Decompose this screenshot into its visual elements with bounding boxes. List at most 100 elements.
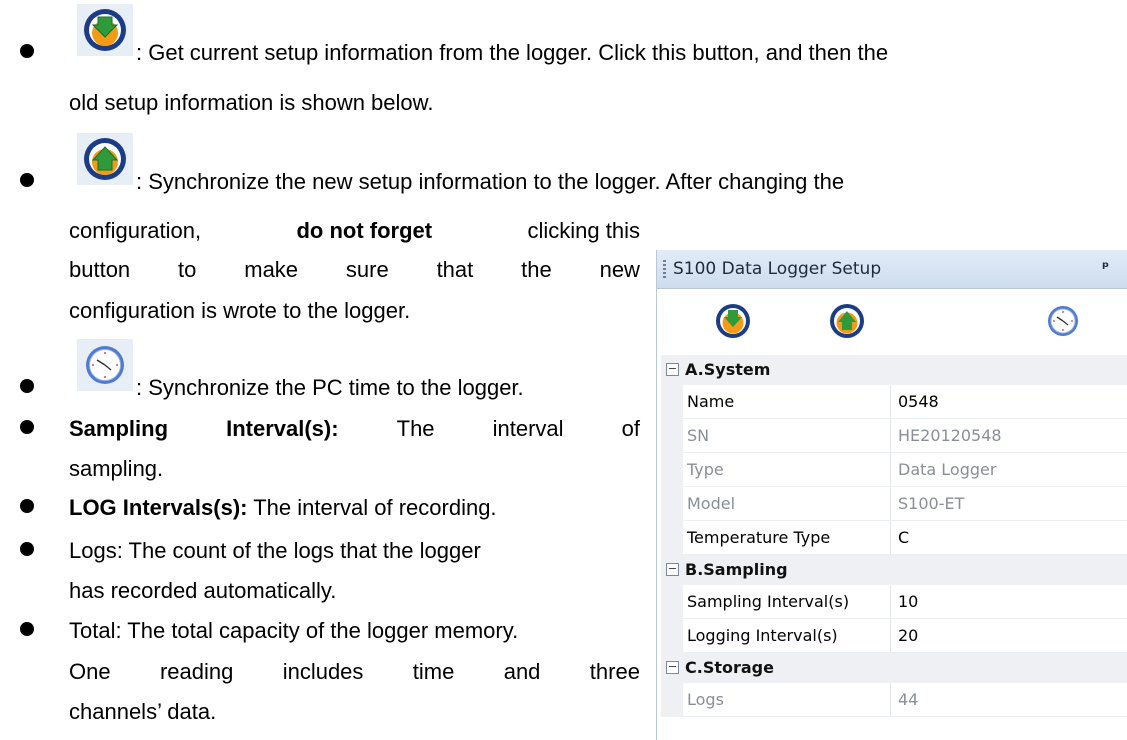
- log-interval-label: LOG Intervals(s):: [69, 495, 248, 520]
- row-gutter: [661, 453, 683, 487]
- sync-setup-desc-line1: : Synchronize the new setup information …: [136, 169, 845, 194]
- row-gutter: [661, 385, 683, 419]
- property-row-temperature-type[interactable]: Temperature Type C: [661, 521, 1127, 555]
- sync-setup-button[interactable]: [77, 133, 137, 185]
- total-desc-line1: Total: The total capacity of the logger …: [69, 618, 519, 643]
- total-desc-line3: channels’ data.: [69, 699, 217, 724]
- row-divider: [683, 716, 1127, 717]
- property-value[interactable]: C: [898, 528, 909, 547]
- setup-panel: S100 Data Logger Setup ᵖ − A.System Name…: [656, 250, 1127, 740]
- property-value[interactable]: 0548: [898, 392, 939, 411]
- clock-icon: [1048, 306, 1078, 336]
- word: new: [599, 257, 640, 282]
- word: of: [621, 416, 640, 441]
- row-gutter: [661, 521, 683, 555]
- word: time: [412, 659, 455, 684]
- bullet-dot: [20, 420, 34, 434]
- row-gutter: [661, 419, 683, 453]
- column-divider: [890, 521, 891, 555]
- column-divider: [890, 619, 891, 653]
- property-name: Name: [687, 392, 735, 411]
- toolbar-sync-setup-button[interactable]: [827, 301, 867, 341]
- column-divider: [890, 487, 891, 521]
- word: One: [69, 659, 111, 684]
- sync-setup-desc-line2: configuration, do not forget clicking th…: [69, 218, 640, 244]
- property-name: Sampling Interval(s): [687, 592, 850, 611]
- sync-time-desc: : Synchronize the PC time to the logger.: [136, 375, 524, 400]
- bullet-dot: [20, 379, 34, 393]
- sampling-desc-line2: sampling.: [69, 456, 164, 481]
- word: the: [521, 257, 552, 282]
- property-value[interactable]: 10: [898, 592, 918, 611]
- download-arrow-icon: [716, 304, 750, 338]
- get-setup-desc-line1: : Get current setup information from the…: [136, 40, 889, 65]
- get-setup-desc-line2: old setup information is shown below.: [69, 90, 434, 115]
- panel-title: S100 Data Logger Setup: [673, 259, 882, 279]
- property-name: Type: [687, 460, 724, 479]
- category-system[interactable]: − A.System: [661, 355, 1127, 385]
- word: that: [436, 257, 474, 282]
- toolbar-get-setup-button[interactable]: [713, 301, 753, 341]
- sync-setup-desc-line3: button to make sure that the new: [69, 257, 640, 283]
- column-divider: [890, 419, 891, 453]
- category-label: C.Storage: [685, 658, 774, 677]
- category-storage[interactable]: − C.Storage: [661, 653, 1127, 683]
- word: to: [178, 257, 197, 282]
- bullet-dot: [20, 173, 34, 187]
- drag-grip-icon[interactable]: [663, 260, 666, 278]
- sampling-desc-line1: Sampling Interval(s): The interval of: [69, 416, 640, 442]
- category-label: B.Sampling: [685, 560, 788, 579]
- panel-header: S100 Data Logger Setup ᵖ: [657, 250, 1127, 289]
- sync-setup-line2-justified: configuration, do not forget clicking th…: [69, 218, 640, 244]
- logs-desc-line1: Logs: The count of the logs that the log…: [69, 538, 481, 563]
- word: make: [244, 257, 299, 282]
- total-desc-line2: One reading includes time and three: [69, 659, 640, 685]
- row-gutter: [661, 619, 683, 653]
- property-row-type[interactable]: Type Data Logger: [661, 453, 1127, 487]
- log-interval-desc: LOG Intervals(s): The interval of record…: [69, 495, 497, 521]
- property-row-sampling-interval[interactable]: Sampling Interval(s) 10: [661, 585, 1127, 619]
- sync-setup-desc-line4: configuration is wrote to the logger.: [69, 298, 411, 323]
- property-name: SN: [687, 426, 710, 445]
- sync-setup-line2-pre: configuration,: [69, 218, 202, 243]
- panel-toolbar: [657, 289, 1127, 349]
- collapse-toggle-icon[interactable]: −: [666, 563, 679, 576]
- row-gutter: [661, 487, 683, 521]
- sync-setup-line2-post: clicking this: [527, 218, 640, 243]
- property-row-model[interactable]: Model S100-ET: [661, 487, 1127, 521]
- property-name: Logs: [687, 690, 724, 709]
- bullet-dot: [20, 499, 34, 513]
- row-gutter: [661, 585, 683, 619]
- sync-time-button[interactable]: [77, 339, 137, 391]
- column-divider: [890, 385, 891, 419]
- collapse-toggle-icon[interactable]: −: [666, 661, 679, 674]
- column-divider: [890, 585, 891, 619]
- column-divider: [890, 683, 891, 717]
- get-setup-button[interactable]: [77, 4, 137, 56]
- toolbar-sync-time-button[interactable]: [1043, 301, 1083, 341]
- word: and: [503, 659, 541, 684]
- category-sampling[interactable]: − B.Sampling: [661, 555, 1127, 585]
- row-gutter: [661, 683, 683, 717]
- word: Sampling: [69, 416, 169, 441]
- pin-icon[interactable]: ᵖ: [1102, 258, 1109, 276]
- log-interval-text: The interval of recording.: [247, 495, 497, 520]
- property-name: Logging Interval(s): [687, 626, 838, 645]
- collapse-toggle-icon[interactable]: −: [666, 363, 679, 376]
- category-label: A.System: [685, 360, 771, 379]
- property-value[interactable]: 20: [898, 626, 918, 645]
- property-row-name[interactable]: Name 0548: [661, 385, 1127, 419]
- property-name: Temperature Type: [687, 528, 831, 547]
- word: includes: [282, 659, 364, 684]
- property-value: S100-ET: [898, 494, 965, 513]
- property-row-logs[interactable]: Logs 44: [661, 683, 1127, 717]
- property-name: Model: [687, 494, 736, 513]
- bullet-dot: [20, 542, 34, 556]
- property-value: HE20120548: [898, 426, 1002, 445]
- property-row-sn[interactable]: SN HE20120548: [661, 419, 1127, 453]
- property-row-logging-interval[interactable]: Logging Interval(s) 20: [661, 619, 1127, 653]
- bullet-dot: [20, 622, 34, 636]
- upload-arrow-icon: [77, 133, 133, 185]
- property-value: 44: [898, 690, 919, 709]
- sync-setup-line2-bold: do not forget: [296, 218, 433, 243]
